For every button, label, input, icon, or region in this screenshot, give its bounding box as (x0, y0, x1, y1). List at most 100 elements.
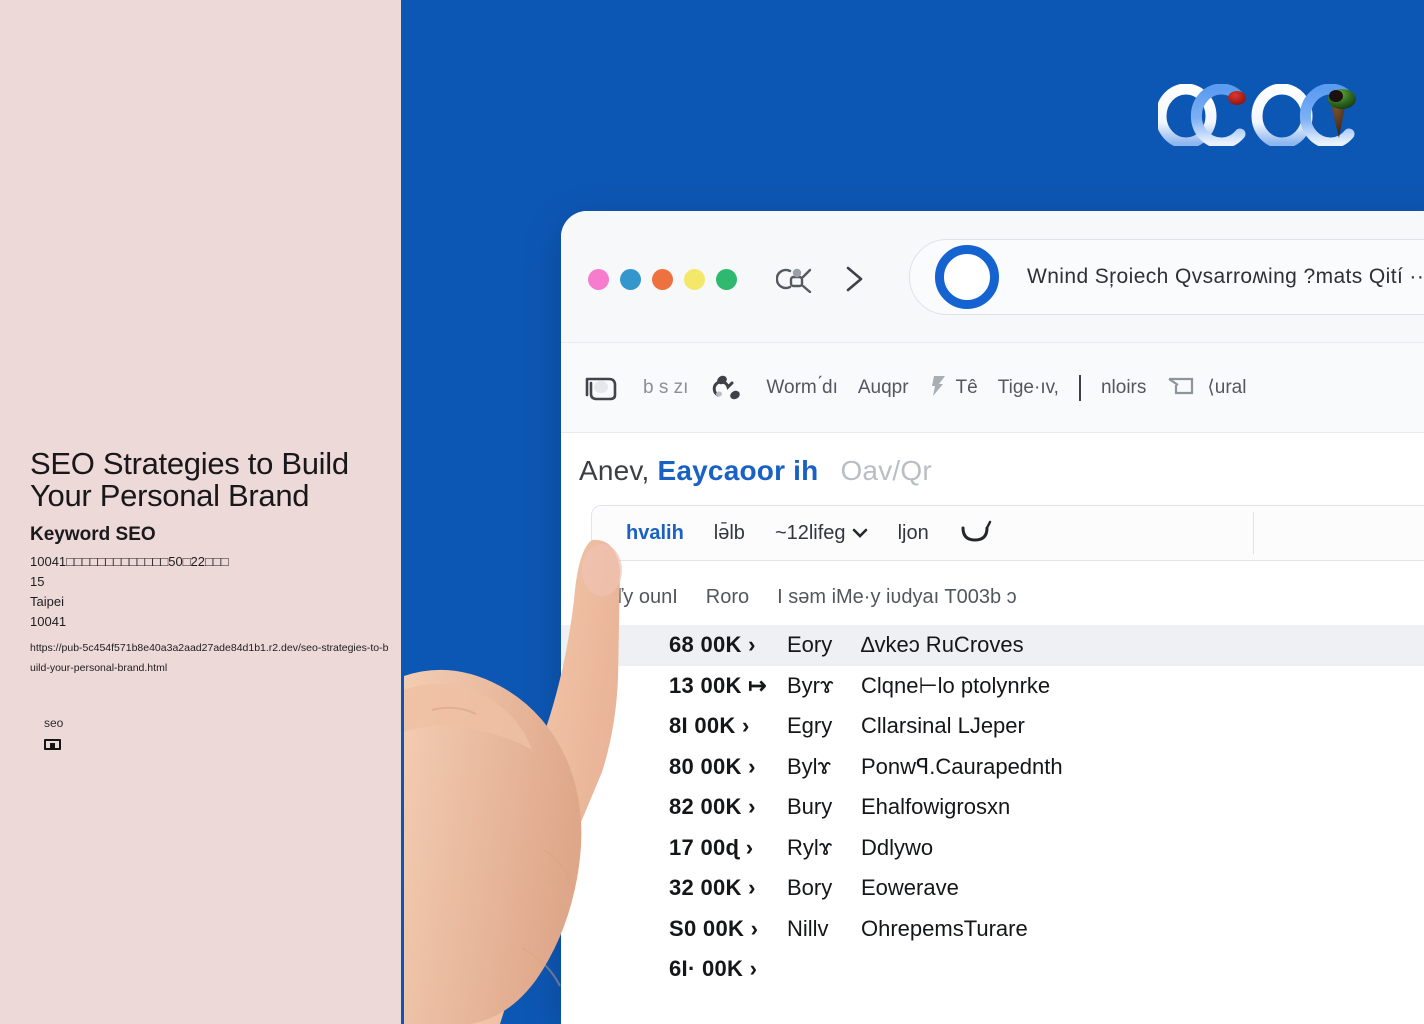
filter-chip-4-label: ljon (897, 521, 929, 544)
toolbar-item-2-label: Worm ́dı (766, 376, 838, 398)
chevron-right-icon[interactable] (839, 263, 869, 295)
table-row[interactable]: 80 00K › Bylɤ Ponwꟼ.Caurapednth (561, 747, 1424, 788)
table-sub-header: Hľy ounI Roro I səm iMe·y iʋdyaı T003b ɔ (561, 575, 1424, 619)
dot-green[interactable] (716, 269, 737, 290)
toolbar-item-1-label: b s zı (643, 376, 689, 398)
row-name: Eowerave (861, 875, 959, 901)
table-row[interactable]: 82 00K › Bury Ehalfowigrosxn (561, 787, 1424, 828)
brand-logo (1155, 83, 1363, 149)
filter-divider (1253, 512, 1254, 554)
row-count: S0 00K › (669, 915, 759, 941)
address-bar[interactable]: Wnind Sŗoiech Qvsarroʍing ?mats Qití ·· … (909, 239, 1424, 315)
flag-icon (929, 373, 949, 403)
address-line: 10041□□□□□□□□□□□□□50□22□□□ (30, 554, 229, 569)
page-heading: Anev, Eaycaoor ih Oav/Qr (561, 433, 1424, 497)
seo-tag: seo (44, 716, 64, 730)
dot-orange[interactable] (652, 269, 673, 290)
row-count: 8I 00K › (669, 713, 750, 739)
row-name: ∆vkeɔ RuCroves (861, 632, 1024, 658)
row-count: 6I· 00K › (669, 956, 758, 982)
row-count: 13 00K ↦ (669, 672, 767, 698)
row-count: 32 00K › (669, 875, 756, 901)
window-controls[interactable] (588, 269, 737, 290)
toolbar-item-7[interactable]: ⟨ural (1166, 371, 1246, 405)
page-heading-muted: Oav/Qr (840, 455, 932, 486)
row-tag: Byrɤ (787, 672, 834, 698)
toolbar-item-5-label: Tige·ıv, (997, 376, 1059, 398)
browser-chrome-bar: Wnind Sŗoiech Qvsarroʍing ?mats Qití ·· … (561, 211, 1424, 343)
chevron-down-icon (852, 522, 868, 545)
table-row[interactable]: 8I 00K › Egry Cllarsinal LJeper (561, 706, 1424, 747)
filter-chip-icon[interactable] (959, 518, 999, 548)
row-count: 80 00K › (669, 753, 756, 779)
browser-window: Wnind Sŗoiech Qvsarroʍing ?mats Qití ·· … (561, 211, 1424, 1024)
toolbar-item-3-label: Auqpr (857, 376, 909, 398)
bracket-icon (1166, 371, 1200, 405)
dot-yellow[interactable] (684, 269, 705, 290)
filter-chip-4[interactable]: ljon (898, 522, 929, 545)
row-count: 82 00K › (669, 794, 756, 820)
page-title: SEO Strategies to Build Your Personal Br… (30, 446, 349, 513)
browser-toolbar: b s zı Worm ́dı Auqpr Tê Tige·ıv, nloirs… (561, 343, 1424, 433)
toolbar-item-4-label: Tê (955, 376, 978, 398)
address-bar-value: Wnind Sŗoiech Qvsarroʍing ?mats Qití ·· … (1027, 265, 1424, 288)
table-row[interactable]: 13 00K ↦ Byrɤ Clqne⊢lo ptolynrke (561, 666, 1424, 707)
card-icon (44, 739, 61, 750)
row-tag: Eory (787, 632, 833, 658)
toolbar-item-2[interactable]: Worm ́dı (766, 377, 837, 399)
toolbar-item-6-label: nloirs (1100, 376, 1147, 398)
sub-header-1: Hľy ounI (603, 585, 678, 608)
toolbar-icon-bookmark[interactable] (579, 369, 623, 407)
filter-chip-active[interactable]: hvalih (626, 522, 684, 545)
table-row[interactable]: 6I· 00K › (561, 949, 1424, 990)
table-row[interactable]: 68 00K › Eory ∆vkeɔ RuCroves (561, 625, 1424, 666)
screenshot-root: Wnind Sŗoiech Qvsarroʍing ?mats Qití ·· … (0, 0, 1424, 1024)
filter-chip-3[interactable]: ~12lifeg (775, 522, 868, 545)
sub-header-2: Roro (705, 585, 750, 608)
row-tag: Rylɤ (787, 834, 833, 860)
row-count: 68 00K › (669, 632, 756, 658)
row-name: Cllarsinal LJeper (861, 713, 1025, 739)
row-tag: Bory (787, 875, 833, 901)
results-table: 68 00K › Eory ∆vkeɔ RuCroves 13 00K ↦ Byrɤ Cl… (561, 625, 1424, 990)
row-name: Clqne⊢lo ptolynrke (861, 672, 1051, 698)
row-name: Ehalfowigrosxn (861, 794, 1011, 820)
dot-blue[interactable] (620, 269, 641, 290)
table-row[interactable]: S0 00K › Nillv OhrepemsTurare (561, 909, 1424, 950)
table-row[interactable]: 32 00K › Bory Eowerave (561, 868, 1424, 909)
filter-chip-3-label: ~12lifeg (774, 521, 846, 544)
filter-bar: hvalih lə̄lb ~12lifeg ljon (591, 505, 1424, 561)
row-name: Ddlywo (861, 834, 934, 860)
postal-line: 10041 (30, 614, 67, 629)
page-heading-accent: Eaycaoor ih (657, 455, 819, 486)
row-name: OhrepemsTurare (861, 915, 1028, 941)
filter-chip-active-label: hvalih (626, 521, 684, 544)
row-tag: Nillv (787, 915, 829, 941)
back-history-icon[interactable] (775, 265, 812, 294)
toolbar-item-1[interactable]: b s zı (643, 377, 688, 399)
toolbar-item-4[interactable]: Tê (929, 373, 978, 403)
number-line: 15 (30, 574, 45, 589)
row-tag: Bylɤ (787, 753, 832, 779)
toolbar-item-5[interactable]: Tige·ıv, (998, 377, 1059, 399)
row-count: 17 00ɖ › (669, 834, 754, 860)
left-info-panel: SEO Strategies to Build Your Personal Br… (0, 0, 401, 1024)
page-heading-plain: Anev, (579, 455, 650, 486)
city-line: Taipei (30, 594, 64, 609)
toolbar-item-8[interactable] (1266, 373, 1326, 403)
row-name: Ponwꟼ.Caurapednth (861, 753, 1063, 779)
toolbar-item-3[interactable]: Auqpr (858, 377, 909, 399)
source-url[interactable]: https://pub-5c454f571b8e40a3a2aad27ade84… (30, 638, 390, 678)
toolbar-icon-share[interactable] (708, 369, 746, 407)
dot-pink[interactable] (588, 269, 609, 290)
row-tag: Egry (787, 713, 833, 739)
sub-header-3: I səm iMe·y iʋdyaı T003b ɔ (777, 585, 1017, 608)
row-tag: Bury (787, 794, 833, 820)
filter-chip-2[interactable]: lə̄lb (714, 522, 745, 545)
keyword-label: Keyword SEO (30, 524, 156, 545)
table-row[interactable]: 17 00ɖ › Rylɤ Ddlywo (561, 828, 1424, 869)
toolbar-item-6[interactable]: nloirs (1101, 377, 1146, 399)
blue-circle-icon (935, 245, 999, 309)
toolbar-item-7-label: ⟨ural (1207, 377, 1247, 398)
toolbar-divider (1078, 374, 1081, 401)
